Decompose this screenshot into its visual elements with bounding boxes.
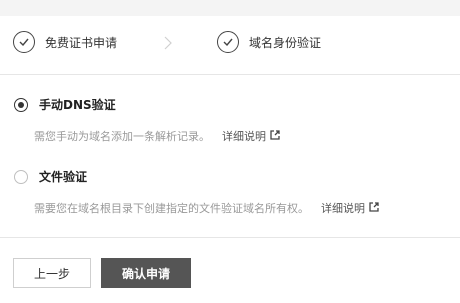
divider xyxy=(0,74,460,75)
dns-description-text: 需您手动为域名添加一条解析记录。 xyxy=(34,130,210,143)
external-link-icon xyxy=(270,129,280,143)
divider xyxy=(0,237,460,238)
step-2: 域名身份验证 xyxy=(217,31,321,53)
confirm-button[interactable]: 确认申请 xyxy=(101,258,191,288)
chevron-right-icon xyxy=(163,35,173,55)
file-detail-link-label: 详细说明 xyxy=(321,202,365,215)
dns-detail-link[interactable]: 详细说明 xyxy=(222,128,280,144)
file-description-text: 需要您在域名根目录下创建指定的文件验证域名所有权。 xyxy=(34,202,309,215)
prev-button[interactable]: 上一步 xyxy=(13,258,91,288)
step-1-label: 免费证书申请 xyxy=(45,35,118,50)
step-1: 免费证书申请 xyxy=(13,31,117,53)
check-icon xyxy=(13,31,35,53)
dns-label: 手动DNS验证 xyxy=(39,98,116,112)
dns-radio[interactable] xyxy=(14,97,28,112)
file-description: 需要您在域名根目录下创建指定的文件验证域名所有权。 详细说明 xyxy=(34,200,379,216)
file-detail-link[interactable]: 详细说明 xyxy=(321,200,379,216)
step-2-label: 域名身份验证 xyxy=(249,35,322,50)
dns-description: 需您手动为域名添加一条解析记录。 详细说明 xyxy=(34,128,280,144)
top-strip xyxy=(0,0,460,16)
dns-detail-link-label: 详细说明 xyxy=(222,130,266,143)
option-file[interactable]: 文件验证 xyxy=(14,168,87,185)
option-dns[interactable]: 手动DNS验证 xyxy=(14,96,116,113)
file-label: 文件验证 xyxy=(39,170,88,184)
step-indicator: 免费证书申请 域名身份验证 xyxy=(0,16,460,74)
external-link-icon xyxy=(369,201,379,215)
check-icon xyxy=(217,31,239,53)
file-radio[interactable] xyxy=(14,169,28,184)
